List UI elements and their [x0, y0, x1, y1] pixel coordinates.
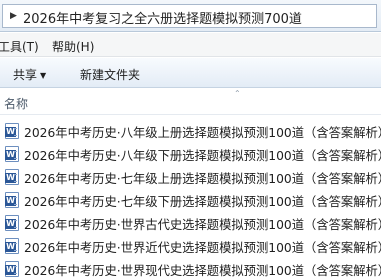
menu-bar: 工具(T) 帮助(H) [0, 33, 381, 57]
file-row[interactable]: W 2026年中考历史·七年级上册选择题模拟预测100道（含答案解析） [0, 166, 381, 188]
file-name: 2026年中考历史·七年级上册选择题模拟预测100道（含答案解析） [24, 172, 381, 186]
chevron-right-icon[interactable]: ▶ [10, 11, 17, 21]
address-bar: ▶ 2026年中考复习之全六册选择题模拟预测700道 [0, 0, 381, 32]
file-name: 2026年中考历史·七年级下册选择题模拟预测100道（含答案解析） [24, 195, 381, 209]
menu-help[interactable]: 帮助(H) [52, 38, 94, 55]
word-doc-icon: W [5, 215, 19, 231]
file-name: 2026年中考历史·世界现代史选择题模拟预测100道（含答案解析） [24, 264, 381, 278]
share-button[interactable]: 共享 ▼ [13, 66, 46, 83]
file-name: 2026年中考历史·世界古代史选择题模拟预测100道（含答案解析） [24, 218, 381, 232]
word-doc-icon: W [5, 261, 19, 277]
file-name: 2026年中考历史·世界近代史选择题模拟预测100道（含答案解析） [24, 241, 381, 255]
share-button-label: 共享 [13, 68, 38, 82]
file-row[interactable]: W 2026年中考历史·世界现代史选择题模拟预测100道（含答案解析） [0, 258, 381, 278]
word-doc-icon: W [5, 146, 19, 162]
dropdown-caret-icon: ▼ [40, 71, 47, 80]
file-row[interactable]: W 2026年中考历史·世界近代史选择题模拟预测100道（含答案解析） [0, 235, 381, 257]
file-row[interactable]: W 2026年中考历史·七年级下册选择题模拟预测100道（含答案解析） [0, 189, 381, 211]
column-name-header[interactable]: 名称 [4, 95, 28, 112]
file-name: 2026年中考历史·八年级上册选择题模拟预测100道（含答案解析） [24, 126, 381, 140]
column-header: ⌃ 名称 [0, 89, 381, 115]
address-field[interactable]: ▶ 2026年中考复习之全六册选择题模拟预测700道 [2, 4, 377, 28]
sort-arrow-icon: ⌃ [234, 89, 241, 98]
file-row[interactable]: W 2026年中考历史·八年级上册选择题模拟预测100道（含答案解析） [0, 120, 381, 142]
new-folder-button[interactable]: 新建文件夹 [80, 66, 140, 83]
address-path[interactable]: 2026年中考复习之全六册选择题模拟预测700道 [23, 8, 302, 27]
file-name: 2026年中考历史·八年级下册选择题模拟预测100道（含答案解析） [24, 149, 381, 163]
word-doc-icon: W [5, 192, 19, 208]
file-row[interactable]: W 2026年中考历史·世界古代史选择题模拟预测100道（含答案解析） [0, 212, 381, 234]
word-doc-icon: W [5, 169, 19, 185]
file-row[interactable]: W 2026年中考历史·八年级下册选择题模拟预测100道（含答案解析） [0, 143, 381, 165]
menu-tools[interactable]: 工具(T) [0, 38, 39, 55]
word-doc-icon: W [5, 238, 19, 254]
command-bar: 共享 ▼ 新建文件夹 [0, 58, 381, 88]
word-doc-icon: W [5, 123, 19, 139]
